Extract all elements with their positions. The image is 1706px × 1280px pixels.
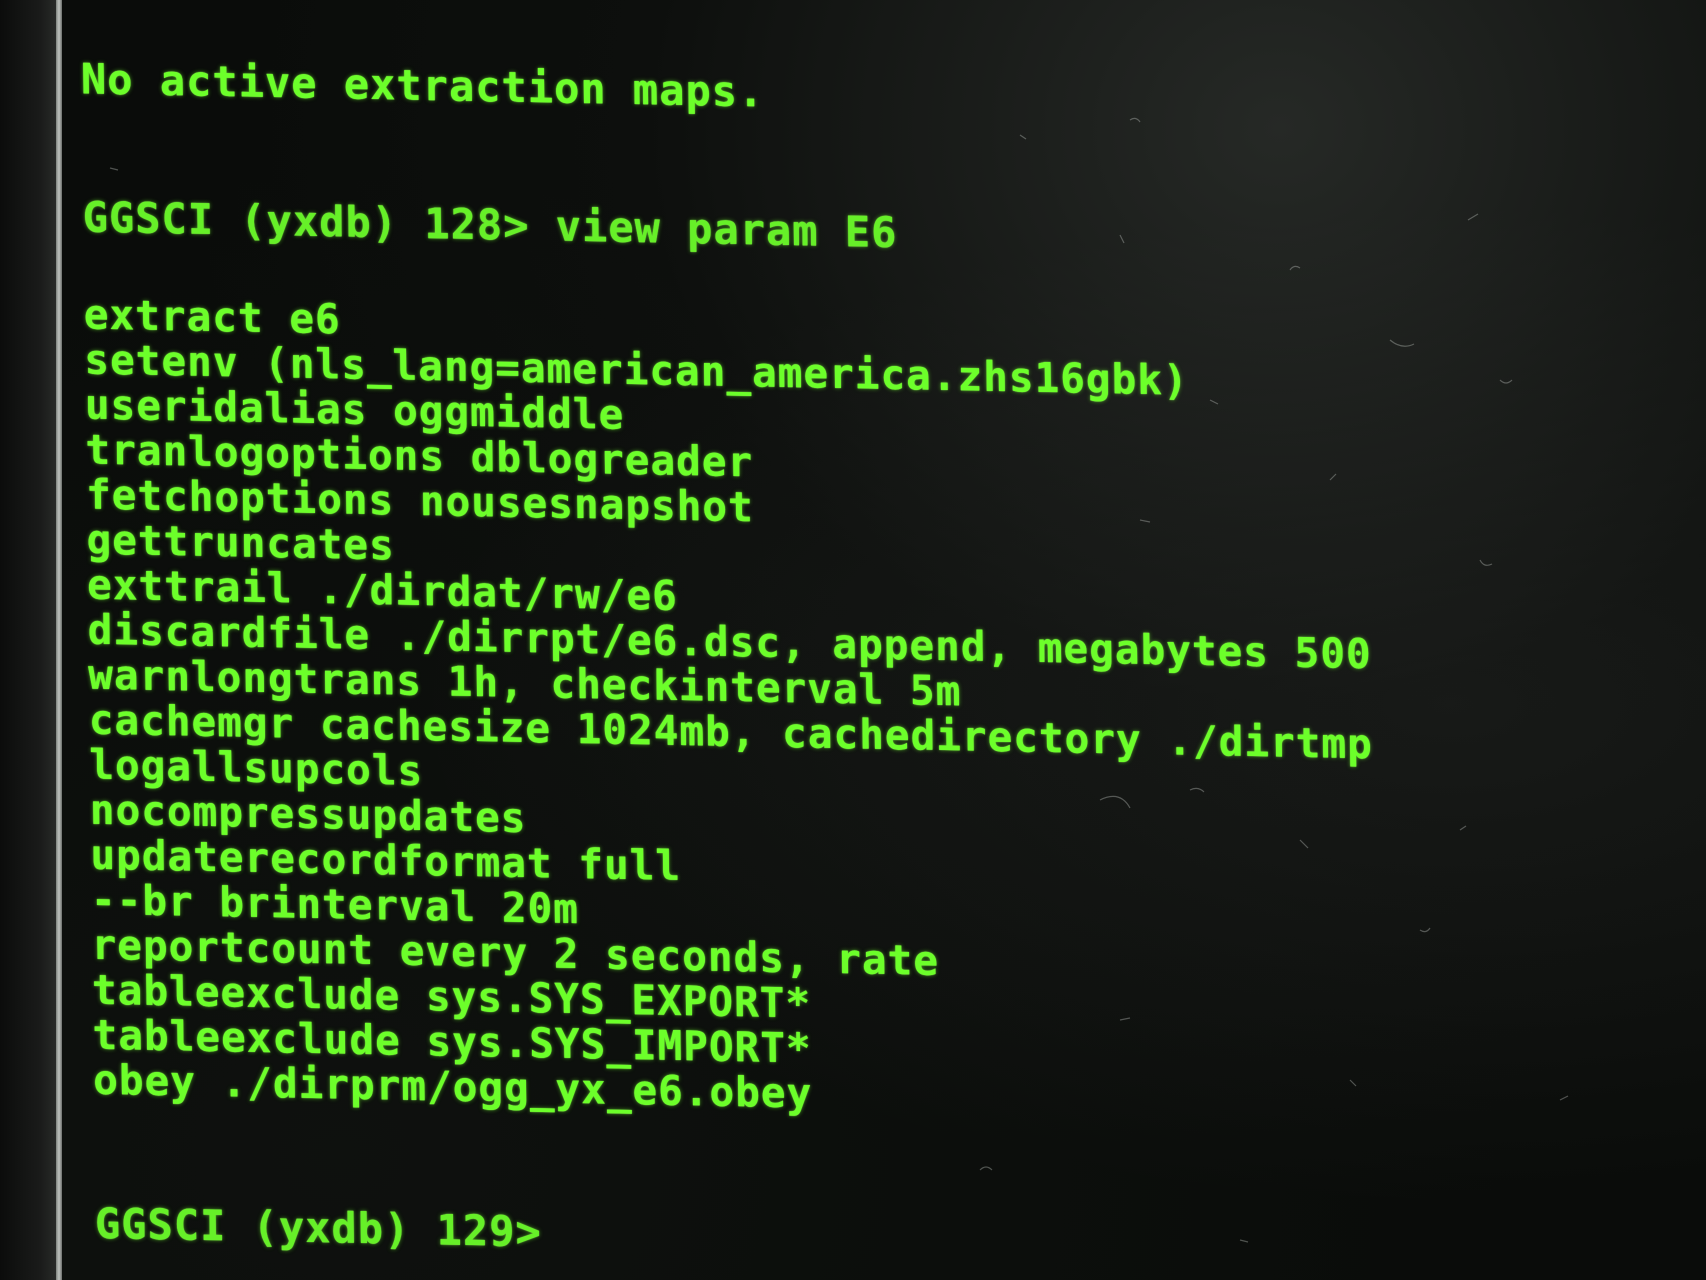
command-prompt-128: GGSCI (yxdb) 128> view param E6 (82, 192, 898, 258)
monitor-bezel (0, 0, 58, 1280)
no-maps-message: No active extraction maps. (80, 54, 765, 117)
command-prompt-129[interactable]: GGSCI (yxdb) 129> (95, 1199, 562, 1257)
prompt-129-text: GGSCI (yxdb) 129> (94, 1198, 543, 1257)
monitor-screen: No active extraction maps. GGSCI (yxdb) … (0, 0, 1706, 1280)
terminal-text-area: No active extraction maps. GGSCI (yxdb) … (62, 0, 1706, 1280)
terminal-window[interactable]: No active extraction maps. GGSCI (yxdb) … (62, 0, 1706, 1280)
